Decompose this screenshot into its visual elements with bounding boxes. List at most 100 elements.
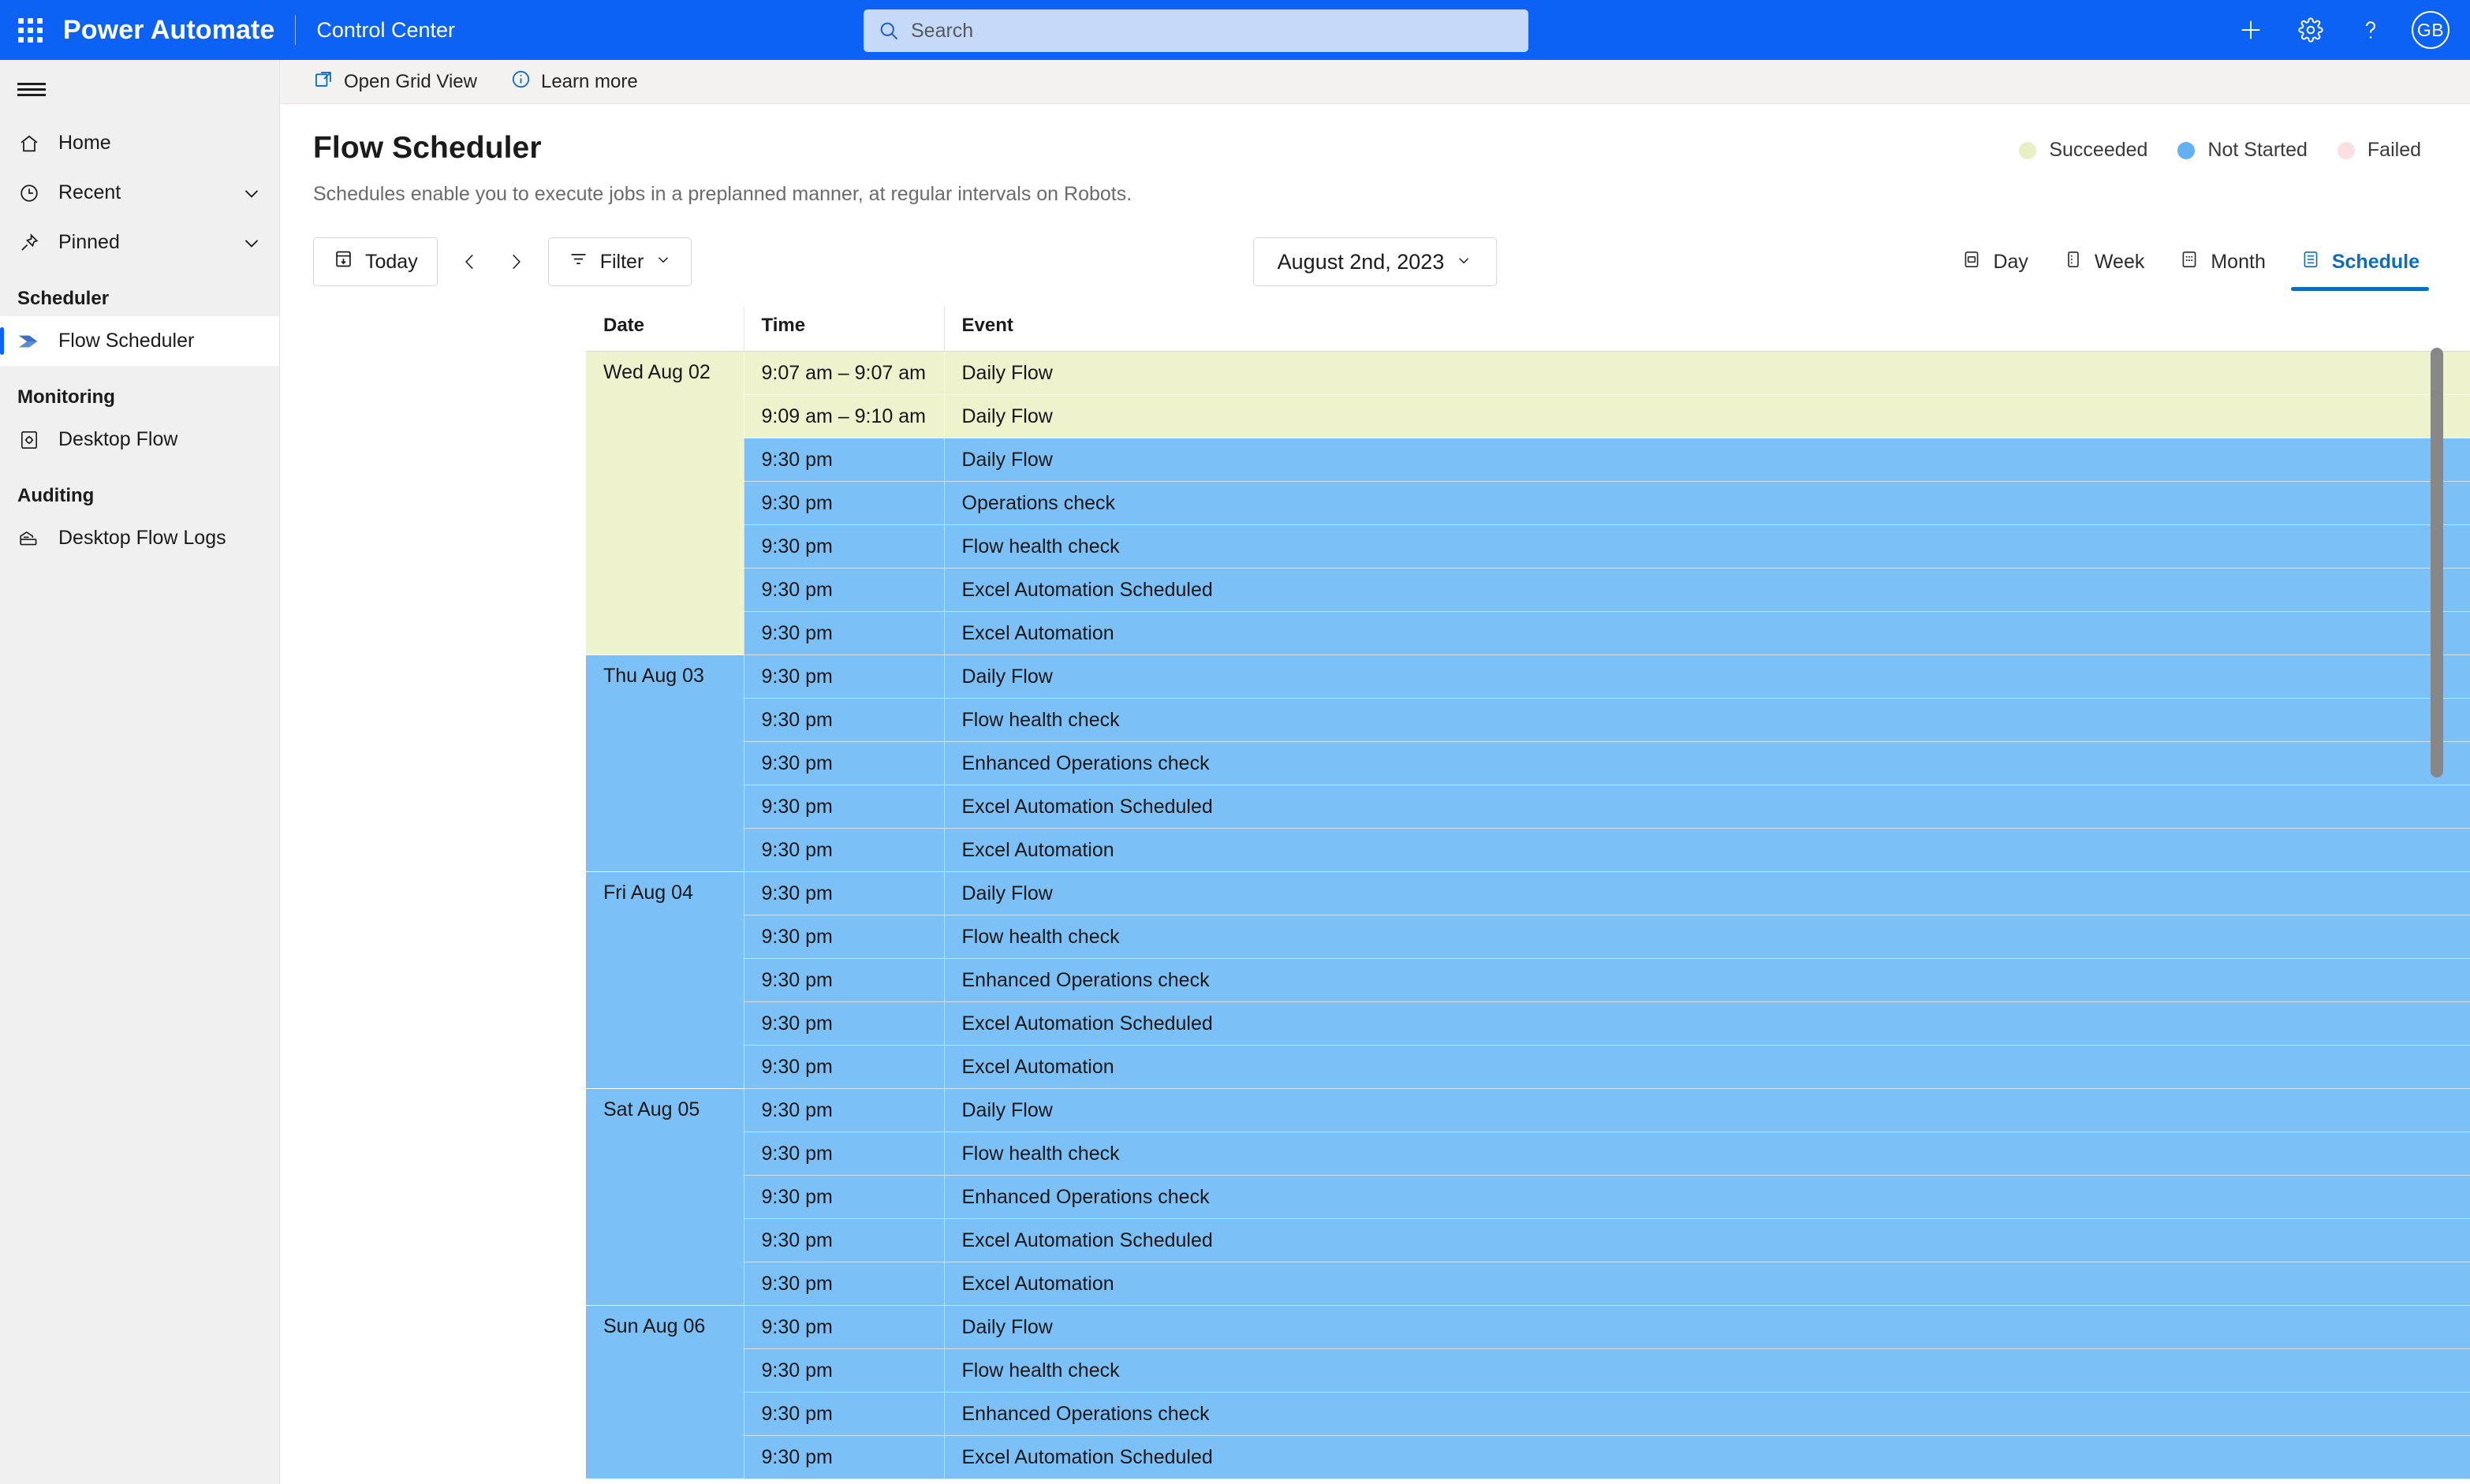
- vertical-scrollbar[interactable]: [2431, 348, 2443, 1484]
- cell-time: 9:30 pm: [743, 568, 944, 612]
- cell-event: Daily Flow: [943, 438, 2470, 482]
- table-row[interactable]: 9:30 pm Excel Automation Scheduled: [586, 568, 2470, 612]
- cell-event: Excel Automation: [943, 1262, 2470, 1306]
- column-header-date[interactable]: Date: [586, 307, 744, 352]
- cell-event: Operations check: [943, 481, 2470, 525]
- column-header-event[interactable]: Event: [943, 307, 2470, 352]
- table-header-row: Date Time Event: [586, 307, 2470, 352]
- sidebar-item-desktop-flow[interactable]: Desktop Flow: [0, 415, 279, 464]
- date-picker[interactable]: August 2nd, 2023: [1252, 237, 1498, 286]
- table-row[interactable]: 9:30 pm Flow health check: [586, 1132, 2470, 1176]
- table-row[interactable]: 9:30 pm Flow health check: [586, 915, 2470, 959]
- table-row[interactable]: 9:30 pm Enhanced Operations check: [586, 1392, 2470, 1436]
- table-row[interactable]: Sat Aug 05 9:30 pm Daily Flow: [586, 1088, 2470, 1306]
- table-row[interactable]: 9:30 pm Daily Flow: [586, 438, 2470, 482]
- sidebar-item-recent[interactable]: Recent: [0, 168, 279, 218]
- chevron-down-icon[interactable]: [240, 231, 263, 255]
- cell-event: Excel Automation Scheduled: [943, 1435, 2470, 1479]
- table-row[interactable]: Sun Aug 06 9:30 pm Daily Flow: [586, 1305, 2470, 1479]
- table-row[interactable]: 9:30 pm Excel Automation: [586, 1262, 2470, 1306]
- today-label: Today: [365, 250, 418, 273]
- sidebar-item-flow-scheduler[interactable]: Flow Scheduler: [0, 316, 279, 366]
- today-button[interactable]: Today: [313, 237, 438, 286]
- table-row[interactable]: 9:30 pm Excel Automation Scheduled: [586, 1435, 2470, 1479]
- app-launcher-icon[interactable]: [0, 0, 60, 60]
- sidebar-item-home[interactable]: Home: [0, 118, 279, 168]
- question-mark-icon[interactable]: [2341, 0, 2401, 60]
- table-row[interactable]: 9:30 pm Excel Automation: [586, 611, 2470, 655]
- table-row[interactable]: 9:30 pm Flow health check: [586, 698, 2470, 742]
- hamburger-menu-icon[interactable]: [0, 60, 279, 118]
- table-row[interactable]: 9:30 pm Excel Automation Scheduled: [586, 1218, 2470, 1262]
- tab-label: Day: [1993, 250, 2028, 273]
- avatar[interactable]: GB: [2412, 11, 2449, 49]
- table-row[interactable]: 9:30 pm Excel Automation Scheduled: [586, 1001, 2470, 1046]
- tab-day[interactable]: Day: [1944, 237, 2045, 286]
- table-row[interactable]: Wed Aug 02 9:07 am – 9:07 am Daily Flow: [586, 351, 2470, 655]
- schedule-scroll-area[interactable]: Date Time Event Wed Aug 02 9:07 am – 9:07…: [586, 307, 2470, 1484]
- cell-event: Excel Automation Scheduled: [943, 1218, 2470, 1262]
- app-shell: Home Recent Pinned Scheduler Flow Schedu…: [0, 60, 2470, 1484]
- cell-time: 9:30 pm: [743, 481, 944, 525]
- week-view-icon: [2063, 249, 2084, 275]
- top-app-bar: Power Automate Control Center Search GB: [0, 0, 2470, 60]
- open-grid-view-button[interactable]: Open Grid View: [300, 64, 490, 100]
- legend-item-failed: Failed: [2337, 139, 2421, 162]
- cell-event: Excel Automation Scheduled: [943, 785, 2470, 829]
- tab-month[interactable]: Month: [2162, 237, 2282, 286]
- cell-event: Enhanced Operations check: [943, 958, 2470, 1002]
- filter-button[interactable]: Filter: [547, 237, 692, 286]
- global-search[interactable]: Search: [864, 9, 1528, 52]
- cell-event: Excel Automation Scheduled: [943, 1001, 2470, 1046]
- cell-event: Enhanced Operations check: [943, 1175, 2470, 1219]
- page-subtitle: Schedules enable you to execute jobs in …: [313, 183, 1132, 205]
- cell-time: 9:30 pm: [743, 524, 944, 569]
- previous-period-button[interactable]: [447, 239, 493, 285]
- calendar-today-icon: [333, 248, 354, 275]
- cell-event: Flow health check: [943, 915, 2470, 959]
- left-navigation: Home Recent Pinned Scheduler Flow Schedu…: [0, 60, 280, 1484]
- table-row[interactable]: 9:30 pm Excel Automation: [586, 828, 2470, 872]
- table-row[interactable]: 9:30 pm Excel Automation: [586, 1045, 2470, 1089]
- table-row[interactable]: 9:30 pm Flow health check: [586, 1348, 2470, 1393]
- cell-event: Daily Flow: [943, 1305, 2470, 1349]
- cell-time: 9:30 pm: [743, 1435, 944, 1479]
- search-input[interactable]: Search: [864, 9, 1528, 52]
- tab-week[interactable]: Week: [2046, 237, 2162, 286]
- date-label: Thu Aug 03: [603, 665, 704, 687]
- chevron-down-icon[interactable]: [240, 181, 263, 205]
- table-row[interactable]: Fri Aug 04 9:30 pm Daily Flow: [586, 871, 2470, 1089]
- cell-event: Daily Flow: [943, 871, 2470, 915]
- tab-schedule[interactable]: Schedule: [2283, 237, 2437, 291]
- gear-icon[interactable]: [2281, 0, 2341, 60]
- table-row[interactable]: 9:30 pm Enhanced Operations check: [586, 1175, 2470, 1219]
- clock-icon: [17, 182, 41, 204]
- table-row[interactable]: 9:09 am – 9:10 am Daily Flow: [586, 394, 2470, 438]
- learn-more-button[interactable]: Learn more: [498, 64, 651, 100]
- sidebar-item-label: Pinned: [58, 231, 120, 253]
- table-row[interactable]: Thu Aug 03 9:30 pm Daily Flow: [586, 654, 2470, 872]
- flow-icon: [17, 331, 41, 352]
- table-row[interactable]: 9:30 pm Flow health check: [586, 524, 2470, 569]
- column-header-time[interactable]: Time: [743, 307, 944, 352]
- cell-event: Excel Automation Scheduled: [943, 568, 2470, 612]
- table-row[interactable]: 9:30 pm Enhanced Operations check: [586, 958, 2470, 1002]
- plus-icon[interactable]: [2221, 0, 2281, 60]
- next-period-button[interactable]: [493, 239, 539, 285]
- scrollbar-thumb[interactable]: [2431, 348, 2443, 777]
- date-picker-button[interactable]: August 2nd, 2023: [1252, 237, 1498, 286]
- date-label: Sat Aug 05: [603, 1098, 700, 1120]
- cell-time: 9:30 pm: [743, 958, 944, 1002]
- tab-label: Week: [2094, 250, 2145, 273]
- table-row[interactable]: 9:30 pm Excel Automation Scheduled: [586, 785, 2470, 829]
- sidebar-item-desktop-flow-logs[interactable]: Desktop Flow Logs: [0, 513, 279, 563]
- cell-time: 9:30 pm: [743, 785, 944, 829]
- sidebar-item-pinned[interactable]: Pinned: [0, 218, 279, 267]
- schedule-table-body: Wed Aug 02 9:07 am – 9:07 am Daily Flow 9:0…: [586, 351, 2470, 1479]
- date-picker-value: August 2nd, 2023: [1277, 249, 1445, 274]
- table-row[interactable]: 9:30 pm Operations check: [586, 481, 2470, 525]
- calendar-toolbar: Today Filter August 2nd, 2023 Day Week M…: [313, 237, 2437, 291]
- search-icon: [878, 20, 900, 42]
- view-switcher: Day Week Month Schedule: [1944, 237, 2437, 291]
- table-row[interactable]: 9:30 pm Enhanced Operations check: [586, 741, 2470, 785]
